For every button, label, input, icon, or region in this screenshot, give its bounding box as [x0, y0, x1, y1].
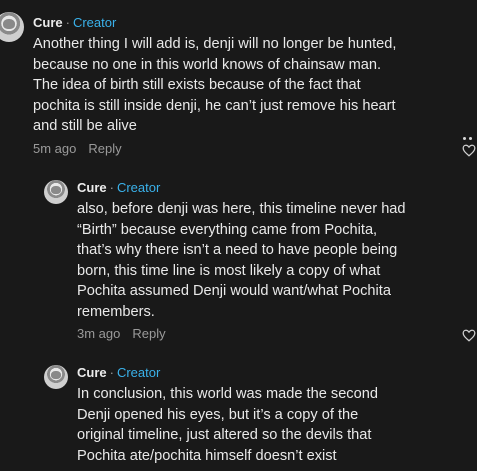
creator-badge: Creator [116, 365, 161, 380]
comment-meta: 5m ago Reply [33, 141, 122, 156]
avatar[interactable] [0, 12, 24, 42]
creator-badge: Creator [72, 15, 117, 30]
heart-outline-icon[interactable] [462, 144, 476, 157]
separator: · [109, 365, 114, 380]
comment-2: Cure · Creator also, before denji was here… [0, 165, 477, 355]
comment-text: Another thing I will add is, denji will … [33, 36, 397, 134]
comment-meta: 3m ago Reply [77, 326, 166, 341]
comment-header: Cure · Creator [33, 15, 116, 30]
separator: · [109, 180, 114, 195]
author-name[interactable]: Cure [77, 180, 107, 195]
author-name[interactable]: Cure [77, 365, 107, 380]
comment-text: In conclusion, this world was made the s… [77, 386, 378, 464]
avatar[interactable] [44, 180, 68, 204]
comment-text: also, before denji was here, this timeli… [77, 201, 406, 320]
timestamp: 3m ago [77, 326, 121, 341]
heart-outline-icon[interactable] [462, 329, 476, 342]
reply-button[interactable]: Reply [88, 141, 121, 156]
separator: · [65, 15, 70, 30]
comment-1: Cure · Creator Another thing I will add is… [0, 0, 477, 165]
author-name[interactable]: Cure [33, 15, 63, 30]
avatar[interactable] [44, 365, 68, 389]
comment-header: Cure · Creator [77, 365, 160, 380]
creator-badge: Creator [116, 180, 161, 195]
timestamp: 5m ago [33, 141, 77, 156]
comment-header: Cure · Creator [77, 180, 160, 195]
more-dots-icon[interactable] [463, 127, 475, 145]
reply-button[interactable]: Reply [132, 326, 165, 341]
comment-3: Cure · Creator In conclusion, this world w… [0, 350, 477, 471]
